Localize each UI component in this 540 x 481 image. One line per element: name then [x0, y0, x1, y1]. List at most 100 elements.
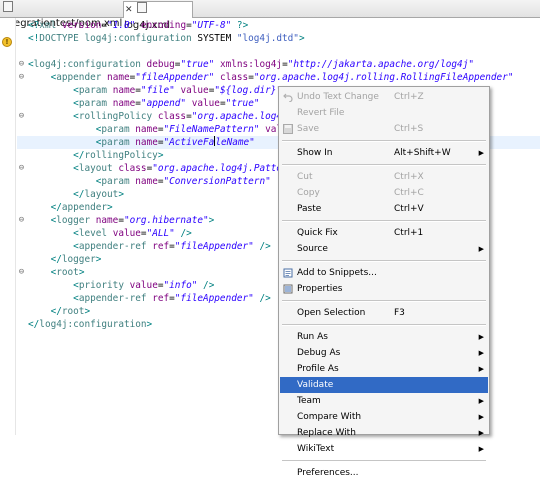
code-token: param	[101, 137, 136, 148]
code-token: log4j:configuration	[33, 59, 147, 70]
menu-item-properties[interactable]: Properties	[280, 281, 488, 297]
fold-toggle-icon[interactable]: ⊖	[17, 73, 26, 82]
code-token: "append"	[140, 98, 187, 109]
code-token: </	[50, 254, 62, 265]
code-token: "ActiveFa	[163, 137, 215, 148]
menu-item-label: Debug As	[297, 348, 341, 358]
fold-toggle-icon[interactable]: ⊖	[17, 216, 26, 225]
close-tab-icon[interactable]: ✕	[125, 5, 133, 15]
code-token: layout	[84, 189, 119, 200]
code-line[interactable]	[17, 45, 540, 58]
menu-item-label: Team	[297, 396, 321, 406]
code-token: class	[118, 163, 147, 174]
menu-item-profile-as[interactable]: Profile As ▶	[280, 361, 488, 377]
code-token: leName"	[215, 137, 255, 148]
code-token: </	[73, 189, 85, 200]
menu-item-validate[interactable]: Validate	[280, 377, 488, 393]
fold-toggle-icon[interactable]: ⊖	[17, 112, 26, 121]
code-token: level	[78, 228, 113, 239]
code-token: "fileAppender"	[174, 241, 254, 252]
menu-item-label: Quick Fix	[297, 228, 338, 238]
fold-toggle-icon[interactable]: ⊖	[17, 164, 26, 173]
menu-item-debug-as[interactable]: Debug As ▶	[280, 345, 488, 361]
menu-item-paste[interactable]: Paste Ctrl+V	[280, 201, 488, 217]
menu-item-team[interactable]: Team ▶	[280, 393, 488, 409]
code-token: >	[78, 267, 85, 278]
code-token: xmlns:log4j	[219, 59, 283, 70]
menu-item-shortcut: Alt+Shift+W	[394, 148, 451, 158]
menu-item-cut[interactable]: Cut Ctrl+X	[280, 169, 488, 185]
code-line[interactable]: <?xml version="1.0" encoding="UTF-8" ?>	[17, 19, 540, 32]
code-token: "http://jakarta.apache.org/log4j"	[287, 59, 474, 70]
code-token: "org.apache.log4j.rolling.RollingFileApp…	[253, 72, 514, 83]
fold-toggle-icon[interactable]: ⊖	[17, 268, 26, 277]
code-line[interactable]: <appender name="fileAppender" class="org…	[17, 71, 540, 84]
code-token: root	[61, 306, 85, 317]
menu-item-quick-fix[interactable]: Quick Fix Ctrl+1	[280, 225, 488, 241]
code-token: root	[56, 267, 79, 278]
code-line[interactable]: <!DOCTYPE log4j:configuration SYSTEM "lo…	[17, 32, 540, 45]
code-token: name	[112, 98, 136, 109]
tab-log4j-xml[interactable]: ✕log4j.xml	[123, 1, 193, 31]
code-token: ref	[152, 241, 170, 252]
menu-item-undo-text-change[interactable]: Undo Text Change Ctrl+Z	[280, 89, 488, 105]
properties-icon	[283, 284, 293, 294]
menu-item-compare-with[interactable]: Compare With ▶	[280, 409, 488, 425]
context-menu: Undo Text Change Ctrl+Z Revert File Save Ctr…	[278, 86, 490, 478]
code-token: ref	[152, 293, 170, 304]
code-token: >	[84, 306, 91, 317]
menu-item-add-to-snippets[interactable]: Add to Snippets...	[280, 265, 488, 281]
menu-item-label: Properties	[297, 284, 343, 294]
code-token: value	[112, 228, 141, 239]
code-token: DOCTYPE log4j:configuration	[39, 33, 198, 44]
code-token: "ALL"	[146, 228, 175, 239]
code-line[interactable]: <log4j:configuration debug="true" xmlns:…	[17, 58, 540, 71]
code-token: "${log.dir}"	[214, 85, 283, 96]
submenu-arrow-icon: ▶	[478, 429, 484, 437]
menu-separator	[282, 260, 486, 262]
menu-item-preferences[interactable]: Preferences...	[280, 465, 488, 481]
code-token: name	[135, 137, 158, 148]
menu-item-label: Cut	[297, 172, 313, 182]
fold-toggle-icon[interactable]: ⊖	[17, 60, 26, 69]
tab-pom-xml[interactable]: integrationtest/pom.xml	[1, 1, 122, 29]
menu-item-label: WikiText	[297, 444, 335, 454]
code-token: />	[259, 241, 271, 252]
code-token: "info"	[163, 280, 198, 291]
code-token: name	[107, 72, 130, 83]
menu-item-show-in[interactable]: Show In Alt+Shift+W ▶	[280, 145, 488, 161]
menu-item-run-as[interactable]: Run As ▶	[280, 329, 488, 345]
code-token: logger	[56, 215, 96, 226]
menu-item-source[interactable]: Source ▶	[280, 241, 488, 257]
menu-item-label: Replace With	[297, 428, 356, 438]
code-token: </	[50, 306, 62, 317]
submenu-arrow-icon: ▶	[478, 397, 484, 405]
menu-item-save[interactable]: Save Ctrl+S	[280, 121, 488, 137]
menu-item-revert-file[interactable]: Revert File	[280, 105, 488, 121]
warning-icon[interactable]: !	[2, 37, 12, 47]
menu-item-open-selection[interactable]: Open Selection F3	[280, 305, 488, 321]
menu-item-replace-with[interactable]: Replace With ▶	[280, 425, 488, 441]
code-token: logger	[61, 254, 96, 265]
menu-item-copy[interactable]: Copy Ctrl+C	[280, 185, 488, 201]
code-token: >	[208, 215, 215, 226]
code-token: "1.0"	[107, 20, 136, 31]
code-token: "true"	[180, 59, 215, 70]
menu-separator	[282, 220, 486, 222]
code-token: rollingPolicy	[78, 111, 158, 122]
menu-item-label: Undo Text Change	[297, 92, 379, 102]
menu-item-label: Copy	[297, 188, 320, 198]
menu-separator	[282, 164, 486, 166]
menu-item-wikitext[interactable]: WikiText ▶	[280, 441, 488, 457]
